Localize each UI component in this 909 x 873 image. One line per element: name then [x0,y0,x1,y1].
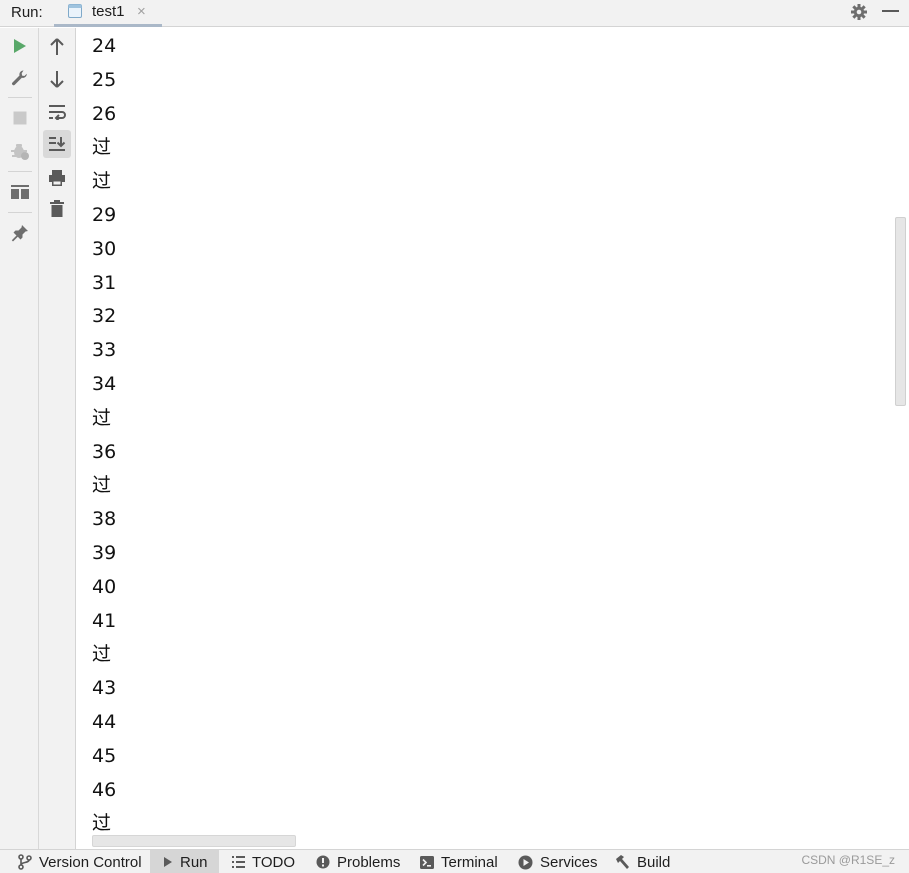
console-line: 33 [92,339,117,362]
toolbar-divider [8,97,32,98]
console-line: 43 [92,677,117,700]
layout-icon[interactable] [9,181,31,203]
tab-label: TODO [252,853,296,871]
print-icon[interactable] [46,167,68,189]
hammer-icon [614,854,630,870]
console-line: 31 [92,271,117,294]
wrench-icon[interactable] [9,67,31,89]
branch-icon [18,854,32,870]
arrow-down-icon[interactable] [46,68,68,90]
console-lines: 24 25 26 过过 29 30 31 32 33 34 过 36 过 38 39 40 41 过 43 44 45 4… [92,33,116,844]
soft-wrap-icon[interactable] [46,101,68,123]
tab-label: Terminal [441,853,498,871]
console-line: 41 [92,609,117,632]
console-line: 39 [92,541,117,564]
play-icon [163,856,173,868]
run-tool-window: Run: test1 × 24 25 26 过 过 29 30 31 32 33… [0,0,909,873]
tab-todo[interactable]: TODO [232,850,295,873]
toolbar-divider [8,212,32,213]
console-line: 24 [92,35,117,57]
run-icon[interactable] [9,35,31,57]
console-line: 32 [92,305,117,328]
console-line: 过 [92,643,112,666]
toolbar-divider [8,171,32,172]
tab-label: Build [637,853,671,871]
scroll-to-end-icon[interactable] [43,130,71,158]
tab-label: Services [540,853,598,871]
vertical-scroll-thumb[interactable] [895,217,906,406]
tab-label: Run [180,853,208,871]
close-icon[interactable]: × [137,3,146,20]
debug-icon[interactable] [9,140,31,162]
console-line: 30 [92,237,117,260]
tab-label: test1 [92,3,125,20]
tab-build[interactable]: Build [614,850,670,873]
console-line: 26 [92,102,117,125]
console-line: 36 [92,440,117,463]
watermark: CSDN @R1SE_z [801,853,895,867]
trash-icon[interactable] [46,198,68,220]
tab-problems[interactable]: Problems [316,850,400,873]
vertical-scrollbar[interactable] [893,28,909,849]
console-actions-toolbar [39,28,76,849]
console-line: 40 [92,575,117,598]
window-icon [68,4,82,18]
tool-window-bar: Version Control Run TODO Problems Termin… [0,849,909,873]
run-header: Run: test1 × [0,0,909,27]
arrow-up-icon[interactable] [46,36,68,58]
console-line: 29 [92,203,117,226]
console-line: 过 [92,170,112,193]
console-line: 34 [92,372,117,395]
console-line: 44 [92,710,117,733]
stop-icon[interactable] [9,107,31,129]
tab-version-control[interactable]: Version Control [18,850,142,873]
console-line: 45 [92,744,117,767]
tab-label: Version Control [39,853,142,871]
console-line: 过 [92,136,112,159]
run-label: Run: [11,4,43,21]
gear-icon[interactable] [850,3,868,21]
console-line: 25 [92,68,117,91]
console-line: 38 [92,508,117,531]
horizontal-scroll-thumb[interactable] [92,835,296,847]
tab-run[interactable]: Run [150,850,219,873]
tab-label: Problems [337,853,401,871]
tab-test1[interactable]: test1 × [54,0,162,27]
console-line: 过 [92,474,112,497]
tab-services[interactable]: Services [518,850,598,873]
alert-icon [316,855,330,869]
services-icon [518,855,533,870]
list-icon [232,856,245,868]
run-actions-toolbar [0,28,39,849]
console-line: 过 [92,406,112,429]
pin-icon[interactable] [9,222,31,244]
minimize-icon[interactable] [882,10,899,12]
tab-terminal[interactable]: Terminal [420,850,498,873]
console-line: 46 [92,778,117,801]
terminal-icon [420,855,434,869]
console-output[interactable]: 24 25 26 过过 29 30 31 32 33 34 过 36 过 38 39 40 41 过 43 44 45 4… [77,28,893,849]
